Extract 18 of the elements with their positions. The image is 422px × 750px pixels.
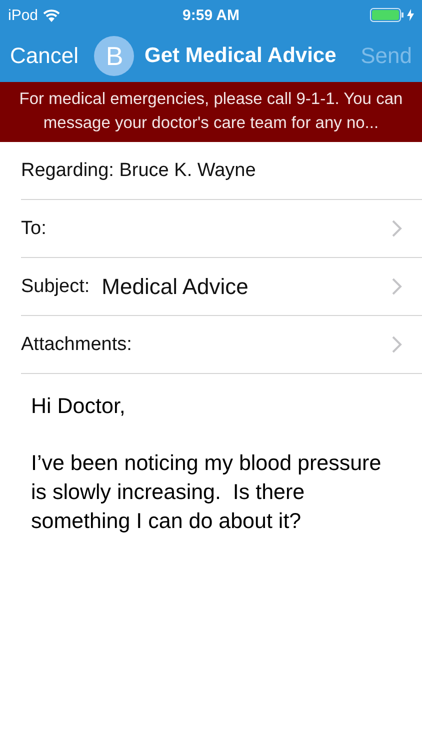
chevron-right-icon[interactable] [392,278,402,295]
emergency-notice: For medical emergencies, please call 9-1-1. You can message your doctor's care team for any no... [18,89,404,134]
cancel-button[interactable]: Cancel [10,43,78,69]
screen-title: Get Medical Advice [144,44,338,68]
status-time: 9:59 AM [182,7,240,24]
carrier-name: iPod [8,6,38,24]
chevron-right-icon[interactable] [392,336,402,353]
field-label: Attachments: [21,334,132,356]
message-paragraph: I’ve been noticing my blood pressure is slowly increasing. Is there something I can do about it? [31,450,382,535]
wifi-icon [43,8,60,22]
message-paragraph: Hi Doctor, [31,393,126,420]
field-label: To: [21,218,46,240]
field-label: Regarding: Bruce K. Wayne [21,160,256,182]
battery-icon [370,8,404,22]
field-value: Medical Advice [102,274,250,300]
avatar: B [94,36,134,76]
chevron-right-icon[interactable] [392,220,402,237]
field-label: Subject: [21,276,90,298]
